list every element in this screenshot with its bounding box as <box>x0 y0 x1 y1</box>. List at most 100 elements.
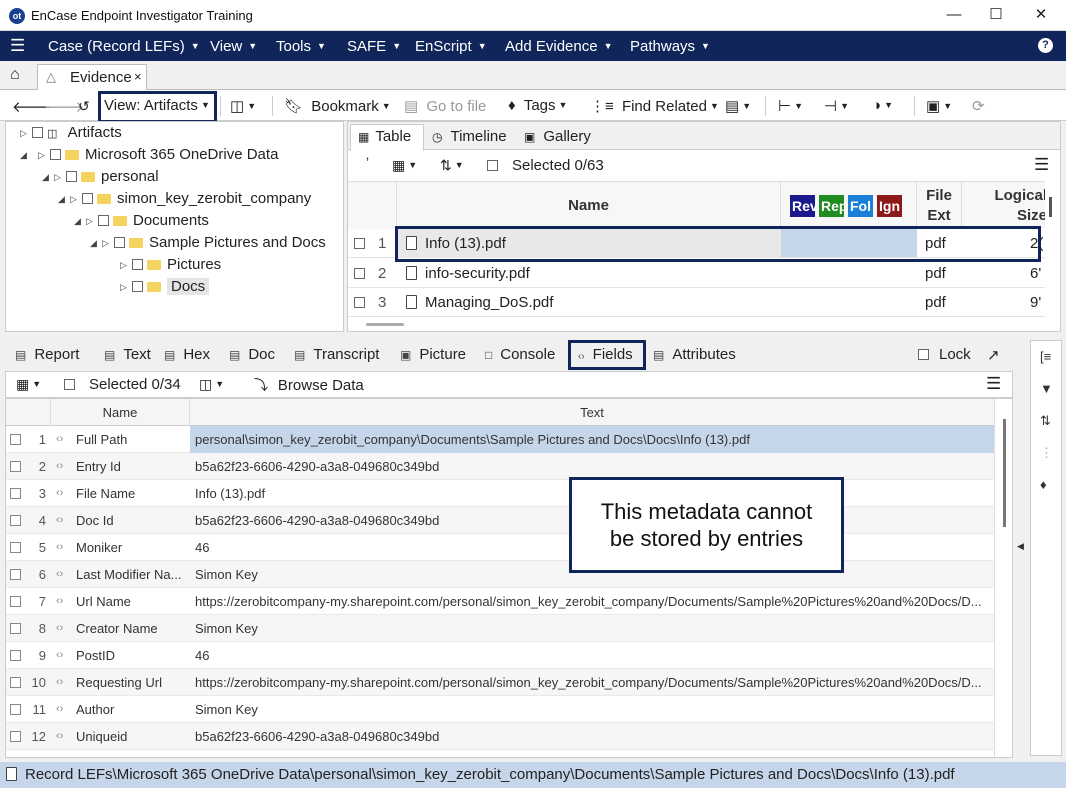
tag-icon[interactable]: ♦ <box>1040 477 1047 492</box>
tree-item-pictures[interactable]: ▷ Pictures <box>120 254 221 276</box>
field-row[interactable]: 3 ‹› File Name Info (13).pdf <box>6 480 994 507</box>
expand-icon[interactable]: ▷ <box>120 276 132 298</box>
row-checkbox[interactable] <box>10 704 21 715</box>
sort-icon[interactable]: ⇅ ▼ <box>440 157 464 174</box>
menu-safe[interactable]: SAFE ▼ <box>347 38 401 55</box>
flow-icon[interactable]: ⊣ ▼ <box>824 97 849 115</box>
row-checkbox[interactable] <box>10 434 21 445</box>
browse-data-button[interactable]: ⤵ Browse Data <box>254 375 364 395</box>
export-icon[interactable]: ▤ ▼ <box>725 97 751 115</box>
quote-icon[interactable]: ʼ <box>366 155 369 171</box>
row-checkbox[interactable] <box>10 461 21 472</box>
lock-toggle[interactable]: Lock <box>918 346 971 363</box>
tree-item-onedrive[interactable]: ◢ ▷ Microsoft 365 OneDrive Data <box>20 144 278 166</box>
find-related-button[interactable]: ⋮≡ Find Related ▼ <box>590 97 719 115</box>
table-row[interactable]: 3 Managing_DoS.pdf pdf 9' <box>348 288 1045 317</box>
field-row[interactable]: 7 ‹› Url Name https://zerobitcompany-my.sha… <box>6 588 994 615</box>
grid-icon[interactable]: ▦ ▼ <box>392 157 417 174</box>
vertical-scrollbar[interactable] <box>1003 419 1006 527</box>
field-row[interactable]: 10 ‹› Requesting Url https://zerobitcompany… <box>6 669 994 696</box>
collapse-icon[interactable]: ◢ <box>74 210 86 232</box>
collapse-icon[interactable]: ◢ <box>42 166 54 188</box>
hamburger-icon[interactable]: ☰ <box>10 37 25 54</box>
tab-doc[interactable]: ▤ Doc <box>229 346 275 363</box>
view-dropdown[interactable]: View: Artifacts ▼ <box>104 97 210 114</box>
header-field-text[interactable]: Text <box>190 405 994 420</box>
tag-badge-ign[interactable]: Ign <box>877 195 902 217</box>
collapse-panel-icon[interactable]: ◀ <box>1017 541 1024 552</box>
tag-badge-rep[interactable]: Rep <box>819 195 844 217</box>
checkbox[interactable] <box>132 281 143 292</box>
gauge-icon[interactable]: ◑ ▼ <box>872 97 893 114</box>
expand-icon[interactable]: ▷ <box>102 232 114 254</box>
menu-tools[interactable]: Tools ▼ <box>276 38 326 55</box>
refresh-icon[interactable]: ⟳ <box>972 97 985 115</box>
menu-case[interactable]: Case (Record LEFs) ▼ <box>48 38 200 55</box>
header-file-ext[interactable]: File Ext <box>917 186 961 229</box>
device-icon[interactable]: ▣ ▼ <box>926 97 952 115</box>
checkbox[interactable] <box>98 215 109 226</box>
popout-icon[interactable]: ↗ <box>987 346 1000 364</box>
row-checkbox[interactable] <box>10 731 21 742</box>
menu-pathways[interactable]: Pathways ▼ <box>630 38 710 55</box>
lock-checkbox[interactable] <box>918 349 929 360</box>
select-all-checkbox[interactable] <box>487 160 498 171</box>
field-row[interactable]: 12 ‹› Uniqueid b5a62f23-6606-4290-a3a8-0496… <box>6 723 994 750</box>
checkbox[interactable] <box>82 193 93 204</box>
fields-menu-icon[interactable]: ☰ <box>986 374 1001 394</box>
checkbox[interactable] <box>132 259 143 270</box>
history-icon[interactable]: ↺ <box>78 98 90 115</box>
row-checkbox[interactable] <box>354 297 365 308</box>
tab-fields[interactable]: ‹› Fields <box>578 346 633 363</box>
tag-badge-rev[interactable]: Rev <box>790 195 815 217</box>
tab-picture[interactable]: ▣ Picture <box>400 346 466 363</box>
checkbox[interactable] <box>50 149 61 160</box>
table-row[interactable]: 2 info-security.pdf pdf 6' <box>348 259 1045 288</box>
menu-view[interactable]: View ▼ <box>210 38 257 55</box>
tab-report[interactable]: ▤ Report <box>15 346 79 363</box>
row-checkbox[interactable] <box>354 238 365 249</box>
row-checkbox[interactable] <box>10 542 21 553</box>
tree-item-docs[interactable]: ▷ Docs <box>120 276 210 298</box>
help-icon[interactable]: ? <box>1038 38 1053 53</box>
expand-icon[interactable]: ▷ <box>54 166 66 188</box>
tag-badge-fol[interactable]: Fol <box>848 195 873 217</box>
tab-console[interactable]: □ Console <box>485 346 555 363</box>
menu-enscript[interactable]: EnScript ▼ <box>415 38 487 55</box>
expand-icon[interactable]: ▷ <box>20 122 32 144</box>
tab-timeline[interactable]: ◷ Timeline <box>432 128 507 145</box>
checkbox[interactable] <box>32 127 43 138</box>
expand-icon[interactable]: ▷ <box>86 210 98 232</box>
vertical-scrollbar[interactable] <box>1049 197 1052 217</box>
go-to-file-button[interactable]: ▤ Go to file <box>404 97 486 115</box>
expand-icon[interactable]: ▷ <box>70 188 82 210</box>
field-row[interactable]: 9 ‹› PostID 46 <box>6 642 994 669</box>
menu-add-evidence[interactable]: Add Evidence ▼ <box>505 38 613 55</box>
row-checkbox[interactable] <box>10 515 21 526</box>
select-all-checkbox[interactable] <box>64 379 75 390</box>
checkbox[interactable] <box>114 237 125 248</box>
header-field-name[interactable]: Name <box>51 405 189 420</box>
pane-layout-icon[interactable]: ◫ ▼ <box>199 376 224 393</box>
header-name[interactable]: Name <box>397 182 781 229</box>
bookmark-button[interactable]: 🔖︎ Bookmark ▼ <box>284 97 391 115</box>
row-checkbox[interactable] <box>10 488 21 499</box>
field-row[interactable]: 4 ‹› Doc Id b5a62f23-6606-4290-a3a8-049680c… <box>6 507 994 534</box>
tab-table-label[interactable]: ▦ Table <box>358 128 411 145</box>
collapse-icon[interactable]: ◢ <box>90 232 102 254</box>
tree-item-simon-key[interactable]: ◢ ▷ simon_key_zerobit_company <box>58 188 311 210</box>
close-icon[interactable]: ✕ <box>1028 5 1054 25</box>
tab-text[interactable]: ▤ Text <box>104 346 151 363</box>
row-checkbox[interactable] <box>10 596 21 607</box>
row-checkbox[interactable] <box>10 650 21 661</box>
bracket-icon[interactable]: [≡ <box>1040 349 1051 364</box>
field-row[interactable]: 8 ‹› Creator Name Simon Key <box>6 615 994 642</box>
expand-icon[interactable]: ▷ <box>120 254 132 276</box>
tab-evidence[interactable]: △ Evidence × <box>37 64 147 91</box>
maximize-icon[interactable]: ☐ <box>983 5 1009 25</box>
tree-item-artifacts[interactable]: ▷ ◫ Artifacts <box>20 122 122 144</box>
dots-icon[interactable]: ⋮ <box>1040 445 1053 461</box>
tree-item-sample-pictures[interactable]: ◢ ▷ Sample Pictures and Docs <box>90 232 326 254</box>
hierarchy-icon[interactable]: ⊢ ▼ <box>778 97 803 115</box>
grid-icon[interactable]: ▦ ▼ <box>16 376 41 393</box>
